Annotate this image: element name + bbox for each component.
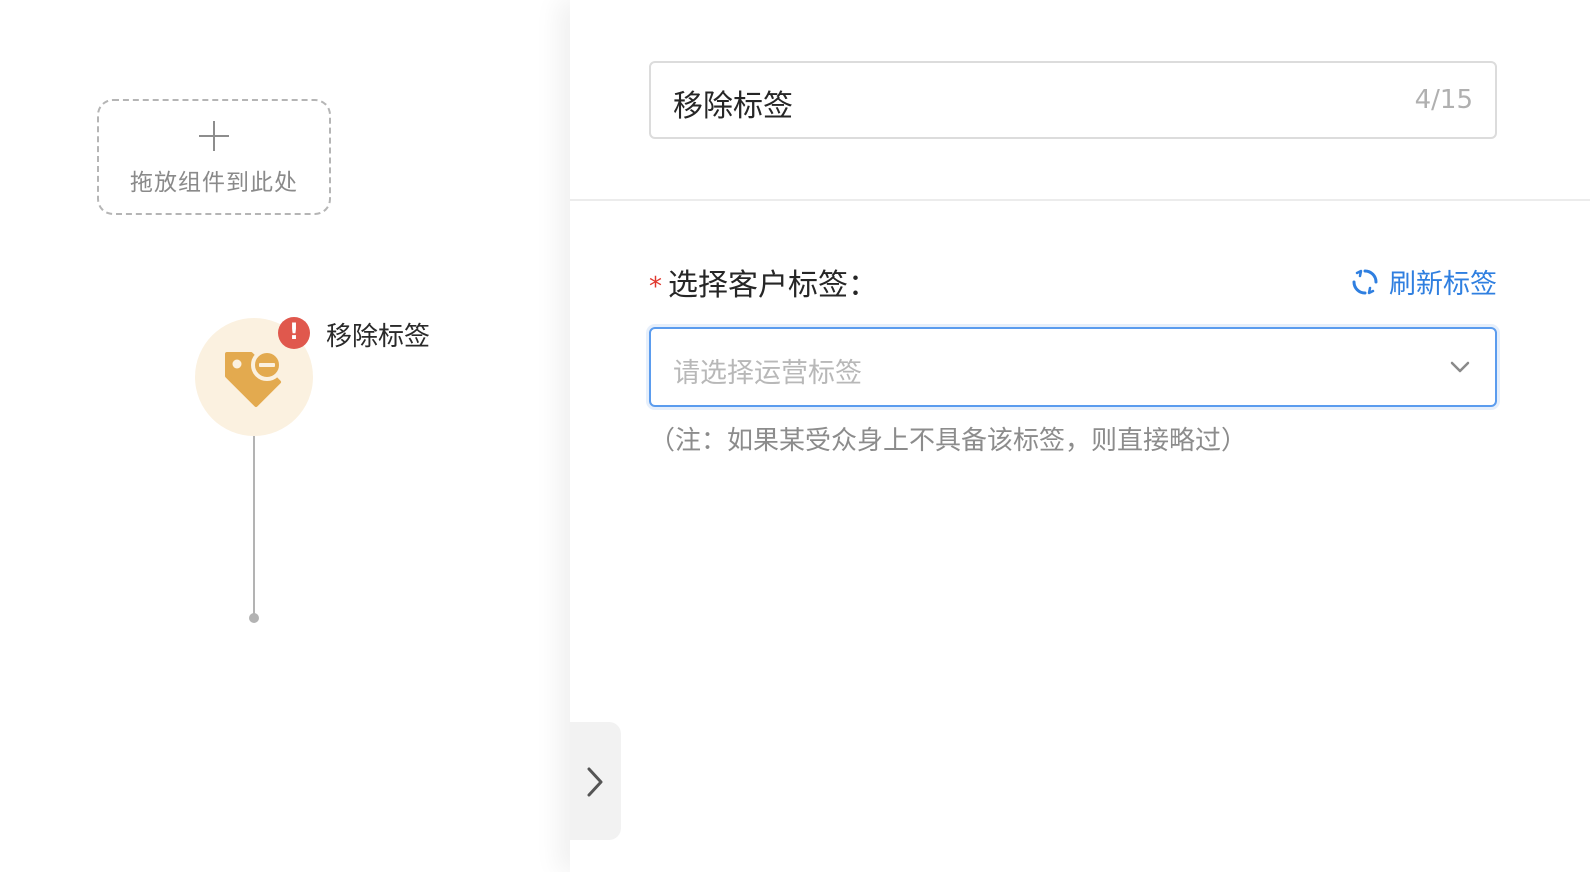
chevron-right-icon (587, 767, 603, 797)
tag-select-placeholder: 请选择运营标签 (673, 358, 862, 389)
tag-field-label: * 选择客户标签： (649, 260, 878, 304)
config-panel: 移除标签 4/15 * 选择客户标签： 刷新标签 请选择运营标签 （注：如果某受众… (570, 0, 1590, 872)
node-name-value[interactable]: 移除标签 (673, 81, 793, 125)
refresh-tags-label: 刷新标签 (1389, 269, 1497, 300)
plus-icon (199, 121, 229, 151)
tag-select[interactable]: 请选择运营标签 (649, 327, 1497, 407)
tag-field-label-text: 选择客户标签： (668, 268, 878, 303)
char-counter: 4/15 (1414, 85, 1473, 115)
node-name-input[interactable]: 移除标签 4/15 (649, 61, 1497, 139)
chevron-down-icon[interactable] (1449, 359, 1471, 375)
drop-zone[interactable]: 拖放组件到此处 (97, 99, 331, 215)
connector-end-dot[interactable] (249, 613, 259, 623)
required-mark: * (649, 272, 662, 302)
refresh-tags-button[interactable]: 刷新标签 (1351, 262, 1497, 301)
node-title: 移除标签 (326, 322, 431, 352)
collapse-panel-button[interactable] (570, 722, 621, 840)
tag-field-hint: （注：如果某受众身上不具备该标签，则直接略过） (649, 426, 1248, 456)
error-icon[interactable]: ! (278, 317, 310, 349)
connector-line (253, 436, 255, 616)
drop-zone-label: 拖放组件到此处 (130, 170, 298, 196)
refresh-icon (1352, 269, 1378, 294)
app-root: 拖放组件到此处 ! 移除标签 移除标签 4/15 * 选择客户标签： 刷新标签 … (0, 0, 1590, 872)
flow-canvas[interactable]: 拖放组件到此处 ! 移除标签 (0, 0, 570, 872)
tag-remove-icon (225, 349, 283, 407)
section-divider (570, 199, 1590, 201)
